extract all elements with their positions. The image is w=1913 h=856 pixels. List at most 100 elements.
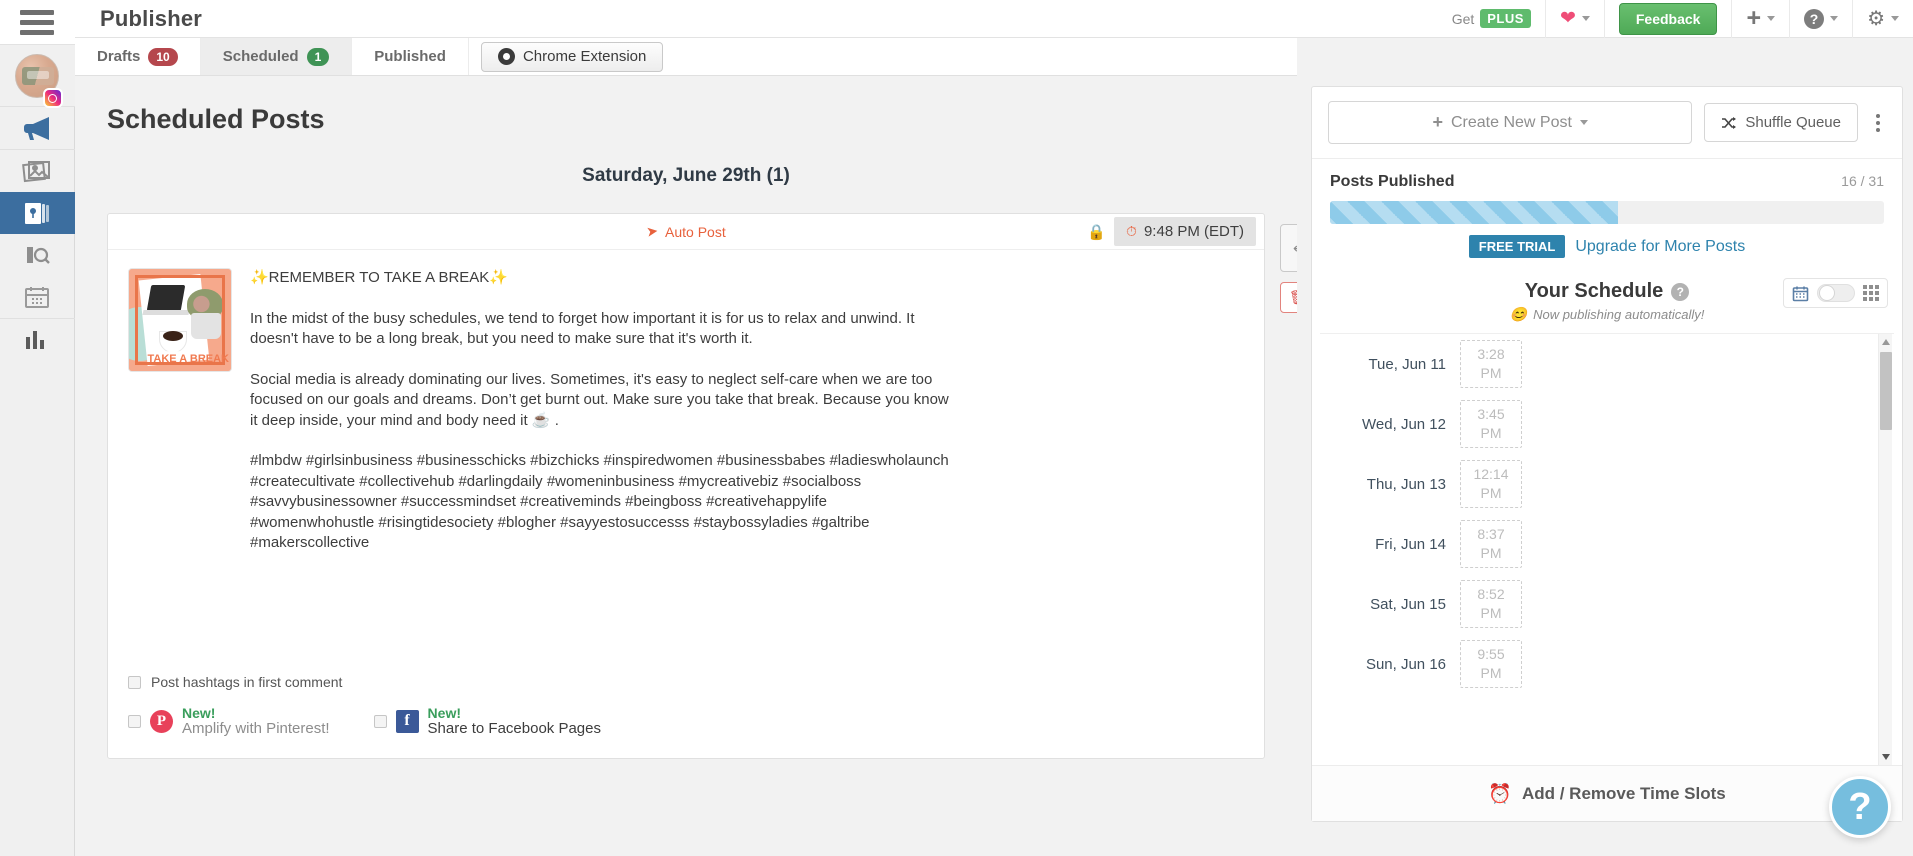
photos-icon	[22, 158, 52, 184]
shuffle-queue-button[interactable]: Shuffle Queue	[1704, 103, 1858, 142]
sidebar-item-publisher[interactable]	[0, 192, 75, 234]
chrome-extension-label: Chrome Extension	[523, 48, 646, 65]
tab-drafts[interactable]: Drafts 10	[75, 38, 201, 75]
upgrade-link[interactable]: Upgrade for More Posts	[1575, 238, 1745, 256]
pinterest-checkbox[interactable]	[128, 715, 141, 728]
schedule-slot-day: Sat, Jun 15	[1330, 596, 1460, 613]
add-menu[interactable]: +	[1731, 0, 1789, 38]
help-floating-button[interactable]: ?	[1829, 776, 1891, 838]
pinterest-new-badge: New!	[182, 706, 330, 721]
sidebar-item-megaphone[interactable]	[0, 107, 75, 149]
hashtag-comment-row: Post hashtags in first comment	[128, 674, 601, 690]
back-to-draft-button[interactable]: ↤ Back to Draft	[1280, 224, 1297, 272]
post-time-chip[interactable]: ⏱ 9:48 PM (EDT)	[1114, 217, 1256, 246]
tab-drafts-badge: 10	[148, 48, 177, 66]
schedule-slot-time[interactable]: 8:37PM	[1460, 520, 1522, 568]
post-footer: Post hashtags in first comment P New! Am…	[128, 660, 601, 736]
publisher-pin-icon	[22, 200, 52, 226]
auto-post-indicator: ➤ Auto Post	[646, 223, 725, 240]
get-plus-button[interactable]: Get PLUS	[1438, 0, 1545, 38]
grid-view-icon[interactable]	[1863, 285, 1879, 301]
facebook-checkbox[interactable]	[374, 715, 387, 728]
post-header-right: 🔒 ⏱ 9:48 PM (EDT)	[1087, 217, 1256, 246]
hashtags-first-comment-checkbox[interactable]	[128, 676, 141, 689]
question-mark-icon[interactable]: ?	[1671, 283, 1689, 301]
create-new-post-button[interactable]: + Create New Post	[1328, 101, 1692, 144]
schedule-slot-row[interactable]: Wed, Jun 123:45PM	[1320, 394, 1894, 454]
chrome-extension-button[interactable]: Chrome Extension	[481, 42, 663, 72]
trash-icon: 🗑	[1289, 289, 1297, 306]
hamburger-menu-icon	[20, 5, 54, 40]
post-body: TAKE A BREAK ✨REMEMBER TO TAKE A BREAK✨ …	[108, 250, 1264, 574]
schedule-slot-time[interactable]: 3:45PM	[1460, 400, 1522, 448]
post-thumbnail[interactable]: TAKE A BREAK	[128, 268, 232, 372]
post-time-label: 9:48 PM (EDT)	[1144, 223, 1244, 240]
slot-time-meridiem: PM	[1481, 484, 1502, 503]
top-bar: Publisher Get PLUS ❤ Feedback + ? ⚙	[75, 0, 1913, 38]
lock-icon: 🔒	[1087, 223, 1106, 241]
hamburger-menu-button[interactable]	[0, 0, 75, 45]
more-vertical-icon[interactable]	[1870, 114, 1886, 132]
post-side-actions: ↤ Back to Draft 🗑 Delete	[1280, 224, 1297, 313]
posts-progress-track	[1330, 201, 1884, 224]
tab-scheduled[interactable]: Scheduled 1	[201, 38, 353, 75]
add-remove-time-slots-button[interactable]: ⏰ Add / Remove Time Slots	[1312, 765, 1902, 821]
delete-button[interactable]: 🗑 Delete	[1280, 282, 1297, 313]
slot-time-meridiem: PM	[1481, 544, 1502, 563]
favorites-menu[interactable]: ❤	[1545, 0, 1604, 38]
schedule-slot-time[interactable]: 8:52PM	[1460, 580, 1522, 628]
feedback-button[interactable]: Feedback	[1619, 3, 1718, 35]
scheduled-posts-heading: Scheduled Posts	[107, 104, 1297, 135]
feedback-cell: Feedback	[1604, 0, 1732, 38]
schedule-slot-day: Wed, Jun 12	[1330, 416, 1460, 433]
slot-time-value: 12:14	[1473, 465, 1508, 484]
schedule-slot-day: Tue, Jun 11	[1330, 356, 1460, 373]
settings-menu[interactable]: ⚙	[1852, 0, 1913, 38]
pinterest-icon: P	[150, 710, 173, 733]
sidebar-item-analyze[interactable]	[0, 234, 75, 276]
heart-icon: ❤	[1560, 9, 1576, 28]
day-group-header: Saturday, June 29th (1)	[75, 165, 1297, 187]
tab-published[interactable]: Published	[352, 38, 469, 75]
schedule-slot-time[interactable]: 12:14PM	[1460, 460, 1522, 508]
get-label: Get	[1452, 11, 1475, 27]
chevron-down-icon	[1830, 16, 1838, 21]
facebook-option: f New! Share to Facebook Pages	[374, 706, 601, 736]
schedule-slot-row[interactable]: Tue, Jun 113:28PM	[1320, 334, 1894, 394]
create-new-post-label: Create New Post	[1451, 114, 1572, 132]
megaphone-icon	[22, 115, 52, 141]
schedule-slot-row[interactable]: Sun, Jun 169:55PM	[1320, 634, 1894, 694]
schedule-slot-time[interactable]: 9:55PM	[1460, 640, 1522, 688]
shuffle-icon	[1721, 116, 1737, 130]
your-schedule-header: Your Schedule ? 😊 Now publishing automat…	[1312, 268, 1902, 329]
slot-time-meridiem: PM	[1481, 604, 1502, 623]
scroll-down-arrow-icon[interactable]	[1882, 754, 1890, 760]
pinterest-option: P New! Amplify with Pinterest!	[128, 706, 330, 736]
social-options-row: P New! Amplify with Pinterest! f New! Sh…	[128, 706, 601, 736]
bar-chart-icon	[22, 327, 52, 353]
schedule-slot-row[interactable]: Fri, Jun 148:37PM	[1320, 514, 1894, 574]
help-menu[interactable]: ?	[1789, 0, 1852, 38]
chevron-down-icon	[1767, 16, 1775, 21]
facebook-labels: New! Share to Facebook Pages	[428, 706, 601, 736]
sidebar-item-calendar[interactable]	[0, 276, 75, 318]
schedule-slot-time[interactable]: 3:28PM	[1460, 340, 1522, 388]
scroll-up-arrow-icon[interactable]	[1882, 339, 1890, 345]
schedule-slot-list[interactable]: Tue, Jun 113:28PMWed, Jun 123:45PMThu, J…	[1320, 333, 1894, 765]
sidebar-item-reports[interactable]	[0, 319, 75, 361]
schedule-toggle-switch[interactable]	[1817, 284, 1855, 302]
schedule-slot-row[interactable]: Sat, Jun 158:52PM	[1320, 574, 1894, 634]
schedule-scrollbar[interactable]	[1878, 334, 1892, 765]
profile-avatar[interactable]	[0, 45, 75, 107]
sidebar-item-photos[interactable]	[0, 150, 75, 192]
schedule-view-toggle[interactable]	[1783, 278, 1888, 308]
chrome-icon	[498, 48, 515, 65]
scrollbar-thumb[interactable]	[1880, 352, 1892, 430]
tab-drafts-label: Drafts	[97, 48, 140, 65]
schedule-slot-day: Fri, Jun 14	[1330, 536, 1460, 553]
question-mark-icon: ?	[1804, 9, 1824, 29]
schedule-slot-row[interactable]: Thu, Jun 1312:14PM	[1320, 454, 1894, 514]
analyze-search-icon	[22, 242, 52, 268]
tab-scheduled-label: Scheduled	[223, 48, 299, 65]
top-bar-actions: Get PLUS ❤ Feedback + ? ⚙	[1438, 0, 1913, 38]
